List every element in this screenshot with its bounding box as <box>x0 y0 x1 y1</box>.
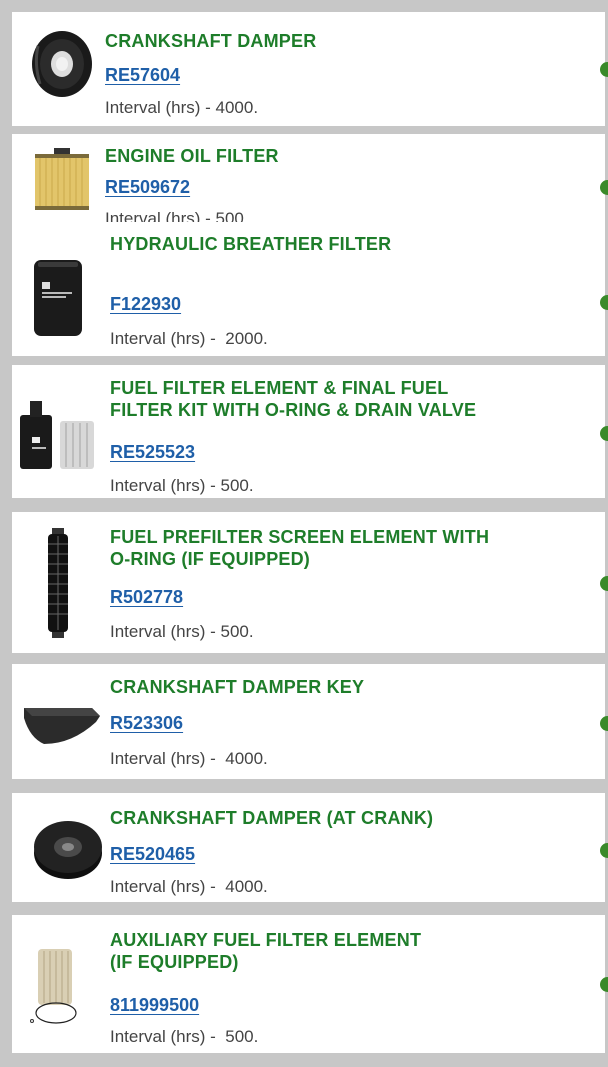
part-number-link[interactable]: RE509672 <box>105 176 190 198</box>
breather-filter-image <box>30 258 86 343</box>
part-number-link[interactable]: RE525523 <box>110 441 195 463</box>
status-indicator <box>600 62 608 77</box>
status-indicator <box>600 843 608 858</box>
status-indicator <box>600 576 608 591</box>
part-number-link[interactable]: R523306 <box>110 712 183 734</box>
service-interval: Interval (hrs) - 4000. <box>110 749 268 768</box>
service-interval: Interval (hrs) - 500. <box>110 1027 259 1046</box>
part-title: CRANKSHAFT DAMPER (AT CRANK) <box>110 808 434 828</box>
fuel-filter-kit-image <box>18 399 98 476</box>
part-title-line: FUEL FILTER ELEMENT & FINAL FUEL <box>110 378 449 398</box>
status-indicator <box>600 180 608 195</box>
part-card: HYDRAULIC BREATHER FILTER F122930 Interv… <box>12 222 608 356</box>
service-interval: Interval (hrs) - 4000. <box>105 98 259 117</box>
part-card: FUEL FILTER ELEMENT & FINAL FUEL FILTER … <box>12 365 608 498</box>
status-indicator <box>600 977 608 992</box>
aux-fuel-filter-image <box>26 947 90 1032</box>
part-title: FUEL PREFILTER SCREEN ELEMENT WITH O-RIN… <box>110 526 489 570</box>
status-indicator <box>600 295 608 310</box>
crank-damper-image <box>32 813 104 890</box>
part-title: FUEL FILTER ELEMENT & FINAL FUEL FILTER … <box>110 377 476 421</box>
part-number-link[interactable]: RE520465 <box>110 843 195 865</box>
part-card: ENGINE OIL FILTER RE509672 Interval (hrs… <box>12 134 608 235</box>
part-card: CRANKSHAFT DAMPER RE57604 Interval (hrs)… <box>12 12 608 126</box>
prefilter-screen-image <box>40 528 76 643</box>
service-interval: Interval (hrs) - 500. <box>110 476 254 495</box>
part-title-line: FILTER KIT WITH O-RING & DRAIN VALVE <box>110 400 477 420</box>
part-title-line: O-RING (IF EQUIPPED) <box>110 549 311 569</box>
part-title: CRANKSHAFT DAMPER KEY <box>110 677 365 697</box>
part-number-link[interactable]: R502778 <box>110 586 183 608</box>
part-title-line: (IF EQUIPPED) <box>110 952 239 972</box>
part-number-link[interactable]: F122930 <box>110 293 181 315</box>
oil-filter-image <box>32 148 92 219</box>
part-number-link[interactable]: RE57604 <box>105 64 180 86</box>
part-card: CRANKSHAFT DAMPER (AT CRANK) RE520465 In… <box>12 793 608 902</box>
part-title-line: AUXILIARY FUEL FILTER ELEMENT <box>110 930 422 950</box>
part-title: ENGINE OIL FILTER <box>105 146 279 166</box>
service-interval: Interval (hrs) - 2000. <box>110 329 268 348</box>
part-title: AUXILIARY FUEL FILTER ELEMENT (IF EQUIPP… <box>110 929 421 973</box>
part-title: CRANKSHAFT DAMPER <box>105 31 317 51</box>
status-indicator <box>600 716 608 731</box>
crankshaft-damper-image <box>24 26 96 105</box>
part-card: CRANKSHAFT DAMPER KEY R523306 Interval (… <box>12 664 608 779</box>
part-title-line: FUEL PREFILTER SCREEN ELEMENT WITH <box>110 527 490 547</box>
damper-key-image <box>22 698 102 753</box>
status-indicator <box>600 426 608 441</box>
service-interval: Interval (hrs) - 4000. <box>110 877 268 896</box>
part-card: FUEL PREFILTER SCREEN ELEMENT WITH O-RIN… <box>12 512 608 653</box>
part-title: HYDRAULIC BREATHER FILTER <box>110 234 392 254</box>
part-number-link[interactable]: 811999500 <box>110 994 199 1016</box>
service-interval: Interval (hrs) - 500. <box>110 622 254 641</box>
part-card: AUXILIARY FUEL FILTER ELEMENT (IF EQUIPP… <box>12 915 608 1053</box>
